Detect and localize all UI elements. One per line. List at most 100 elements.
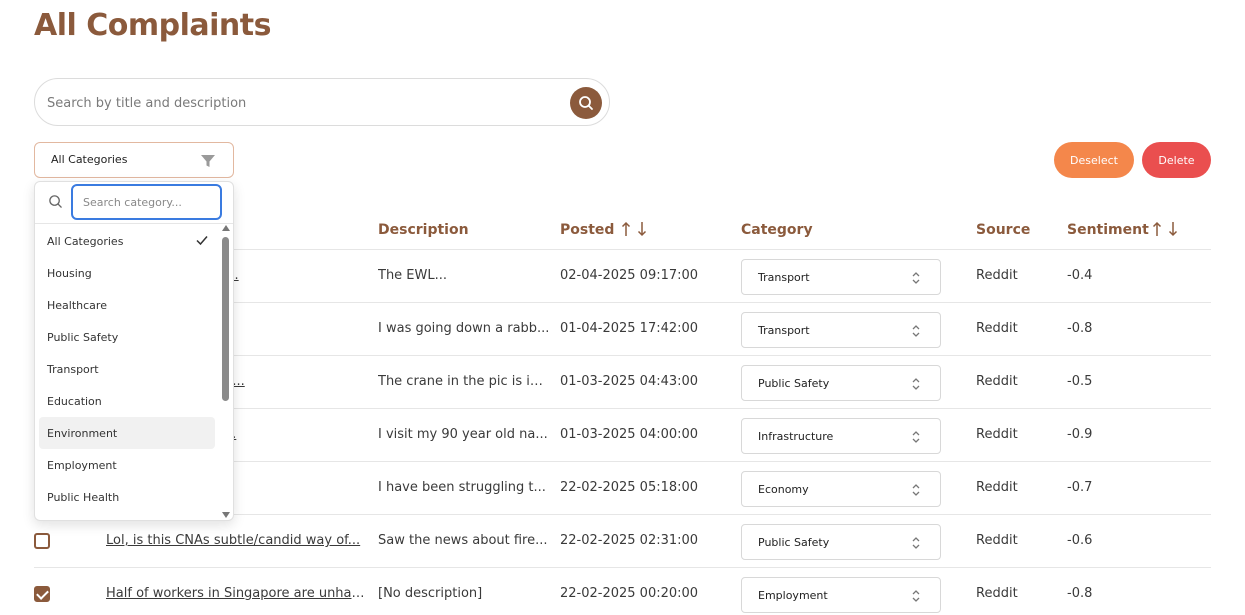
complaint-description: The EWL... <box>378 268 448 283</box>
category-option[interactable]: Environment <box>39 417 215 449</box>
header-category: Category <box>741 222 813 238</box>
complaint-source: Reddit <box>976 321 1018 336</box>
complaint-description: I visit my 90 year old na... <box>378 427 548 442</box>
chevron-updown-icon <box>912 272 920 284</box>
complaint-title-link[interactable]: Lol, is this CNAs subtle/candid way of..… <box>106 533 368 548</box>
category-option-label: Public Safety <box>47 330 119 344</box>
complaint-description: I have been struggling t... <box>378 480 546 495</box>
category-option[interactable]: Housing <box>39 257 215 289</box>
category-select-value: Transport <box>758 324 810 337</box>
complaint-description: Saw the news about fire... <box>378 533 548 548</box>
chevron-updown-icon <box>912 590 920 602</box>
category-option-label: Transport <box>47 362 99 376</box>
category-option-label: Education <box>47 394 102 408</box>
deselect-button[interactable]: Deselect <box>1054 142 1134 178</box>
sort-asc-icon[interactable] <box>1152 221 1162 237</box>
complaint-sentiment: -0.4 <box>1067 268 1093 283</box>
complaint-description: I was going down a rabb... <box>378 321 550 336</box>
category-option-label: All Categories <box>47 234 124 248</box>
category-select[interactable]: Economy <box>741 471 941 507</box>
category-select[interactable]: Public Safety <box>741 524 941 560</box>
check-icon <box>196 236 208 246</box>
scroll-down-icon[interactable] <box>222 512 230 518</box>
category-option[interactable]: Education <box>39 385 215 417</box>
category-select[interactable]: Employment <box>741 577 941 613</box>
complaint-sentiment: -0.8 <box>1067 586 1093 601</box>
category-select[interactable]: Infrastructure <box>741 418 941 454</box>
sort-desc-icon[interactable] <box>637 221 647 237</box>
chevron-updown-icon <box>912 537 920 549</box>
search-icon <box>579 96 593 110</box>
complaint-title-link[interactable]: Half of workers in Singapore are unhap..… <box>106 586 368 601</box>
category-select-value: Public Safety <box>758 377 830 390</box>
category-select[interactable]: Public Safety <box>741 365 941 401</box>
complaint-posted: 01-03-2025 04:43:00 <box>560 374 699 389</box>
category-select[interactable]: Transport <box>741 312 941 348</box>
complaint-sentiment: -0.8 <box>1067 321 1093 336</box>
search-button[interactable] <box>570 87 602 119</box>
table-row: Half of workers in Singapore are unhap..… <box>34 568 1211 615</box>
complaint-sentiment: -0.6 <box>1067 533 1093 548</box>
search-input[interactable] <box>47 91 557 115</box>
divider <box>35 223 233 224</box>
complaint-posted: 22-02-2025 05:18:00 <box>560 480 699 495</box>
category-option[interactable]: All Categories <box>39 225 215 257</box>
row-checkbox[interactable] <box>34 586 50 602</box>
complaint-source: Reddit <box>976 374 1018 389</box>
scroll-up-icon[interactable] <box>222 225 230 231</box>
delete-button[interactable]: Delete <box>1142 142 1211 178</box>
complaint-source: Reddit <box>976 427 1018 442</box>
category-option-label: Environment <box>47 426 118 440</box>
category-options: All Categories Housing Healthcare Public Sa… <box>39 225 215 513</box>
complaint-posted: 22-02-2025 00:20:00 <box>560 586 699 601</box>
complaint-posted: 02-04-2025 09:17:00 <box>560 268 699 283</box>
category-filter-select[interactable]: All Categories <box>34 142 234 178</box>
category-option[interactable]: Employment <box>39 449 215 481</box>
complaint-source: Reddit <box>976 586 1018 601</box>
category-option[interactable]: Public Health <box>39 481 215 513</box>
complaint-source: Reddit <box>976 533 1018 548</box>
complaint-posted: 01-04-2025 17:42:00 <box>560 321 699 336</box>
category-option-label: Housing <box>47 266 92 280</box>
chevron-updown-icon <box>912 325 920 337</box>
scrollbar-thumb[interactable] <box>222 237 229 401</box>
search-icon <box>49 195 62 208</box>
filter-icon <box>201 155 215 167</box>
category-option[interactable]: Transport <box>39 353 215 385</box>
posted-sort[interactable] <box>621 221 647 237</box>
complaint-description: The crane in the pic is in... <box>378 374 550 389</box>
complaint-sentiment: -0.5 <box>1067 374 1093 389</box>
category-search-input[interactable] <box>71 184 222 220</box>
complaint-posted: 01-03-2025 04:00:00 <box>560 427 699 442</box>
category-select-value: Employment <box>758 589 828 602</box>
chevron-updown-icon <box>912 378 920 390</box>
sentiment-sort[interactable] <box>1152 221 1178 237</box>
header-source: Source <box>976 222 1031 238</box>
complaint-description: [No description] <box>378 586 483 601</box>
category-select-value: Transport <box>758 271 810 284</box>
header-posted[interactable]: Posted <box>560 222 614 238</box>
category-select[interactable]: Transport <box>741 259 941 295</box>
chevron-updown-icon <box>912 431 920 443</box>
sort-asc-icon[interactable] <box>621 221 631 237</box>
category-dropdown: All Categories Housing Healthcare Public Sa… <box>34 181 234 521</box>
chevron-updown-icon <box>912 484 920 496</box>
complaint-sentiment: -0.9 <box>1067 427 1093 442</box>
complaint-source: Reddit <box>976 268 1018 283</box>
complaint-posted: 22-02-2025 02:31:00 <box>560 533 699 548</box>
category-select-value: Public Safety <box>758 536 830 549</box>
category-option[interactable]: Healthcare <box>39 289 215 321</box>
search-bar <box>34 78 610 126</box>
sort-desc-icon[interactable] <box>1168 221 1178 237</box>
category-option[interactable]: Public Safety <box>39 321 215 353</box>
complaint-sentiment: -0.7 <box>1067 480 1093 495</box>
dropdown-scrollbar[interactable] <box>221 225 231 518</box>
row-checkbox[interactable] <box>34 533 50 549</box>
category-option-label: Public Health <box>47 490 120 504</box>
category-option-label: Employment <box>47 458 117 472</box>
category-select-value: Infrastructure <box>758 430 834 443</box>
category-filter-label: All Categories <box>51 153 128 166</box>
header-description: Description <box>378 222 469 238</box>
page-title: All Complaints <box>34 8 271 43</box>
header-sentiment[interactable]: Sentiment <box>1067 222 1149 238</box>
